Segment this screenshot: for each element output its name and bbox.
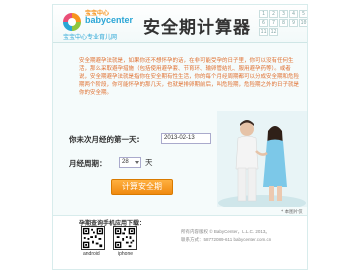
calendar-cell: 1: [259, 10, 268, 18]
cycle-unit-label: 天: [145, 158, 153, 167]
calendar-cell: 10: [299, 19, 307, 27]
babycenter-logo-icon[interactable]: [63, 13, 81, 31]
last-period-label: 你未次月经的第一天:: [69, 135, 140, 144]
cycle-length-select[interactable]: 28: [119, 157, 141, 168]
cycle-length-value: 28: [122, 159, 129, 165]
calendar-decoration: 1 2 3 4 5 6 7 8 9 10 11 12: [257, 7, 307, 41]
iphone-label: iphone: [118, 251, 134, 257]
calendar-cell: 9: [289, 19, 298, 27]
last-period-date-input[interactable]: 2013-02-13: [161, 133, 211, 144]
calendar-cell: 11: [259, 28, 268, 36]
calendar-cell: 4: [289, 10, 298, 18]
calculate-safe-period-button[interactable]: 计算安全期: [111, 179, 173, 195]
intro-paragraph: 安全期避孕法就是，如果你还不想怀孕的话，在非可能受孕的日子里，你可以没有任何生活…: [79, 58, 300, 96]
calendar-cell: 5: [299, 10, 307, 18]
iphone-qr-code[interactable]: [113, 226, 137, 250]
calendar-cell: 6: [259, 19, 268, 27]
calendar-cell: 7: [269, 19, 278, 27]
logo-tagline: 宝宝中心专业育儿网: [63, 34, 118, 41]
calendar-cell: 12: [269, 28, 278, 36]
page-title: 安全期计算器: [143, 18, 251, 38]
footer: 孕期查询手机应用下载： android iphone 所有内容版权 © Baby…: [53, 215, 307, 269]
logo-english-text[interactable]: babycenter: [85, 15, 133, 25]
android-label: android: [83, 251, 100, 257]
calendar-cell: 2: [269, 10, 278, 18]
chevron-down-icon: [135, 161, 139, 164]
copyright-text: 所有内容版权 © BabyCenter，L.L.C. 2013。: [181, 229, 270, 234]
contact-info: 联系方式：58772089-611 babycenter.com.cn: [181, 237, 272, 242]
header: 宝宝中心 babycenter 宝宝中心专业育儿网 安全期计算器 1 2 3 4…: [53, 5, 307, 43]
android-qr-code[interactable]: [81, 226, 105, 250]
cycle-label: 月经周期：: [69, 159, 107, 168]
couple-illustration: [217, 111, 307, 207]
calendar-cell: 3: [279, 10, 288, 18]
calendar-cell: 8: [279, 19, 288, 27]
app-window: 宝宝中心 babycenter 宝宝中心专业育儿网 安全期计算器 1 2 3 4…: [52, 4, 308, 270]
